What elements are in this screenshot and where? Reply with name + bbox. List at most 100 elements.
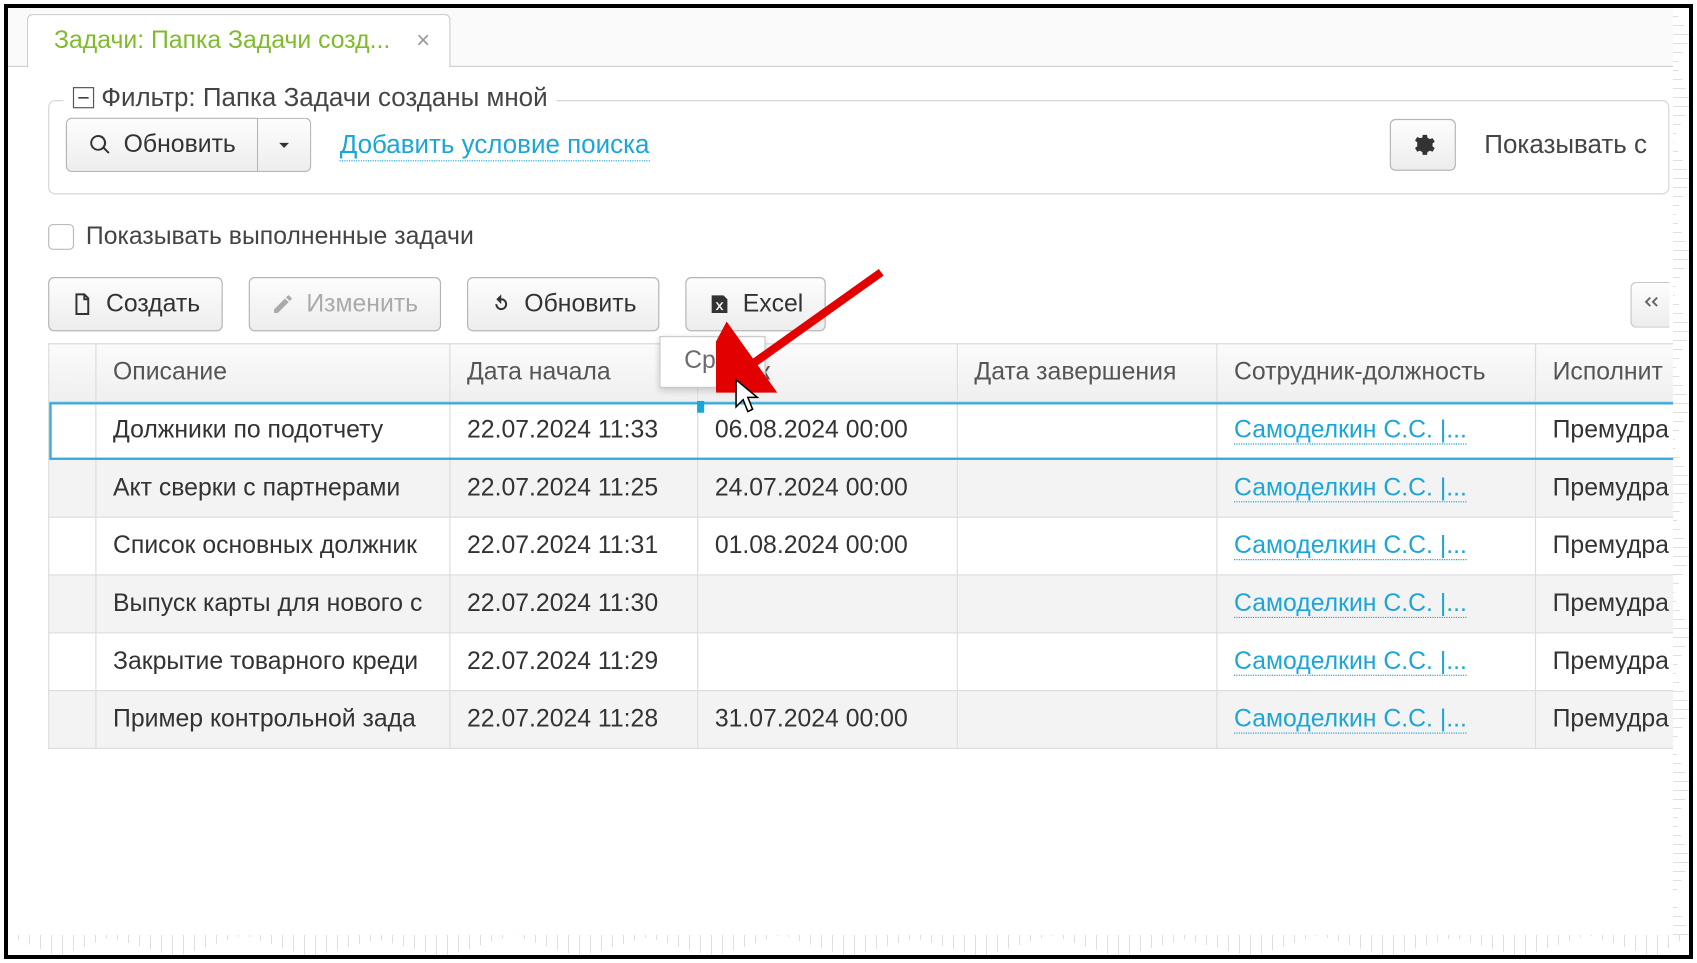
collapse-icon[interactable]: − — [73, 87, 94, 108]
filter-refresh-group: Обновить — [66, 118, 312, 172]
create-label: Создать — [106, 290, 200, 318]
pencil-icon — [271, 292, 295, 316]
table-row[interactable]: Акт сверки с партнерами22.07.2024 11:252… — [49, 459, 1693, 517]
cell-start-date: 22.07.2024 11:30 — [450, 575, 698, 633]
row-marker — [49, 691, 96, 749]
employee-link[interactable]: Самоделкин С.С. |... — [1234, 705, 1467, 733]
table-row[interactable]: Выпуск карты для нового с22.07.2024 11:3… — [49, 575, 1693, 633]
col-executor[interactable]: Исполнит — [1536, 344, 1693, 402]
grid-header-row: Описание Дата начала ок Дата завершения … — [49, 344, 1693, 402]
cell-end-date — [957, 517, 1217, 575]
cell-employee: Самоделкин С.С. |... — [1217, 575, 1536, 633]
cell-end-date — [957, 691, 1217, 749]
chevrons-left-icon — [1639, 289, 1663, 313]
cell-executor: Премудра — [1536, 402, 1693, 460]
table-row[interactable]: Должники по подотчету22.07.2024 11:3306.… — [49, 402, 1693, 460]
cell-description: Список основных должник — [96, 517, 450, 575]
filter-title: Фильтр: Папка Задачи созданы мной — [101, 82, 547, 113]
cell-start-date: 22.07.2024 11:29 — [450, 633, 698, 691]
table-row[interactable]: Закрытие товарного креди22.07.2024 11:29… — [49, 633, 1693, 691]
add-condition-link[interactable]: Добавить условие поиска — [340, 129, 650, 161]
tab-tasks[interactable]: Задачи: Папка Задачи созд... × — [27, 14, 450, 67]
cell-executor: Премудра — [1536, 459, 1693, 517]
filter-refresh-dropdown[interactable] — [258, 118, 311, 172]
settings-button[interactable] — [1390, 119, 1456, 171]
refresh-icon — [489, 292, 513, 316]
cell-end-date — [957, 575, 1217, 633]
table-row[interactable]: Пример контрольной зада22.07.2024 11:283… — [49, 691, 1693, 749]
tabstrip: Задачи: Папка Задачи созд... × — [8, 8, 1693, 67]
row-marker — [49, 633, 96, 691]
grid-refresh-button[interactable]: Обновить — [466, 277, 658, 331]
cell-due: 06.08.2024 00:00 — [698, 402, 958, 460]
cell-employee: Самоделкин С.С. |... — [1217, 633, 1536, 691]
employee-link[interactable]: Самоделкин С.С. |... — [1234, 416, 1467, 444]
col-end-date[interactable]: Дата завершения — [957, 344, 1217, 402]
row-marker — [49, 517, 96, 575]
excel-icon — [707, 292, 731, 316]
grid-container: Срок Описание Дата начала ок Дата заверш… — [8, 343, 1693, 749]
cell-due — [698, 575, 958, 633]
cell-executor: Премудра — [1536, 517, 1693, 575]
cell-end-date — [957, 633, 1217, 691]
col-employee[interactable]: Сотрудник-должность — [1217, 344, 1536, 402]
collapse-toolbar-button[interactable] — [1630, 281, 1669, 327]
row-marker — [49, 402, 96, 460]
create-button[interactable]: Создать — [48, 277, 222, 331]
col-marker[interactable] — [49, 344, 96, 402]
cell-description: Должники по подотчету — [96, 402, 450, 460]
cell-description: Акт сверки с партнерами — [96, 459, 450, 517]
cell-executor: Премудра — [1536, 575, 1693, 633]
show-completed-label: Показывать выполненные задачи — [86, 223, 474, 251]
cell-start-date: 22.07.2024 11:28 — [450, 691, 698, 749]
file-icon — [71, 292, 95, 316]
filter-refresh-button[interactable]: Обновить — [66, 118, 258, 172]
grid-toolbar: Создать Изменить Обновить Excel — [8, 256, 1693, 343]
tasks-grid: Описание Дата начала ок Дата завершения … — [48, 343, 1693, 749]
cell-description: Закрытие товарного креди — [96, 633, 450, 691]
cell-end-date — [957, 459, 1217, 517]
cell-executor: Премудра — [1536, 691, 1693, 749]
filter-refresh-label: Обновить — [124, 131, 236, 159]
grid-refresh-label: Обновить — [524, 290, 636, 318]
cell-due: 31.07.2024 00:00 — [698, 691, 958, 749]
column-drag-ghost: Срок — [659, 336, 765, 388]
search-icon — [88, 133, 112, 157]
cell-employee: Самоделкин С.С. |... — [1217, 459, 1536, 517]
show-from-label: Показывать с — [1484, 130, 1647, 161]
employee-link[interactable]: Самоделкин С.С. |... — [1234, 590, 1467, 618]
row-marker — [49, 575, 96, 633]
torn-edge-bottom — [8, 935, 1689, 957]
torn-edge-right — [1673, 8, 1691, 955]
filter-legend: − Фильтр: Папка Задачи созданы мной — [63, 82, 557, 113]
employee-link[interactable]: Самоделкин С.С. |... — [1234, 648, 1467, 676]
col-description[interactable]: Описание — [96, 344, 450, 402]
cell-start-date: 22.07.2024 11:33 — [450, 402, 698, 460]
cell-end-date — [957, 402, 1217, 460]
show-completed-row: Показывать выполненные задачи — [8, 206, 1693, 256]
cell-employee: Самоделкин С.С. |... — [1217, 402, 1536, 460]
employee-link[interactable]: Самоделкин С.С. |... — [1234, 532, 1467, 560]
gear-icon — [1410, 132, 1436, 158]
table-row[interactable]: Список основных должник22.07.2024 11:310… — [49, 517, 1693, 575]
row-marker — [49, 459, 96, 517]
excel-button[interactable]: Excel — [685, 277, 826, 331]
cell-employee: Самоделкин С.С. |... — [1217, 517, 1536, 575]
show-completed-checkbox[interactable] — [48, 224, 74, 250]
filter-panel: − Фильтр: Папка Задачи созданы мной Обно… — [48, 100, 1669, 194]
excel-label: Excel — [743, 290, 804, 318]
close-icon[interactable]: × — [416, 29, 430, 53]
edit-button[interactable]: Изменить — [248, 277, 440, 331]
employee-link[interactable]: Самоделкин С.С. |... — [1234, 474, 1467, 502]
tab-label: Задачи: Папка Задачи созд... — [54, 27, 390, 55]
cell-due: 01.08.2024 00:00 — [698, 517, 958, 575]
cell-description: Выпуск карты для нового с — [96, 575, 450, 633]
column-drop-marker — [697, 401, 704, 413]
cell-description: Пример контрольной зада — [96, 691, 450, 749]
cell-start-date: 22.07.2024 11:31 — [450, 517, 698, 575]
edit-label: Изменить — [306, 290, 418, 318]
chevron-down-icon — [272, 133, 296, 157]
cell-due: 24.07.2024 00:00 — [698, 459, 958, 517]
cell-due — [698, 633, 958, 691]
cell-employee: Самоделкин С.С. |... — [1217, 691, 1536, 749]
